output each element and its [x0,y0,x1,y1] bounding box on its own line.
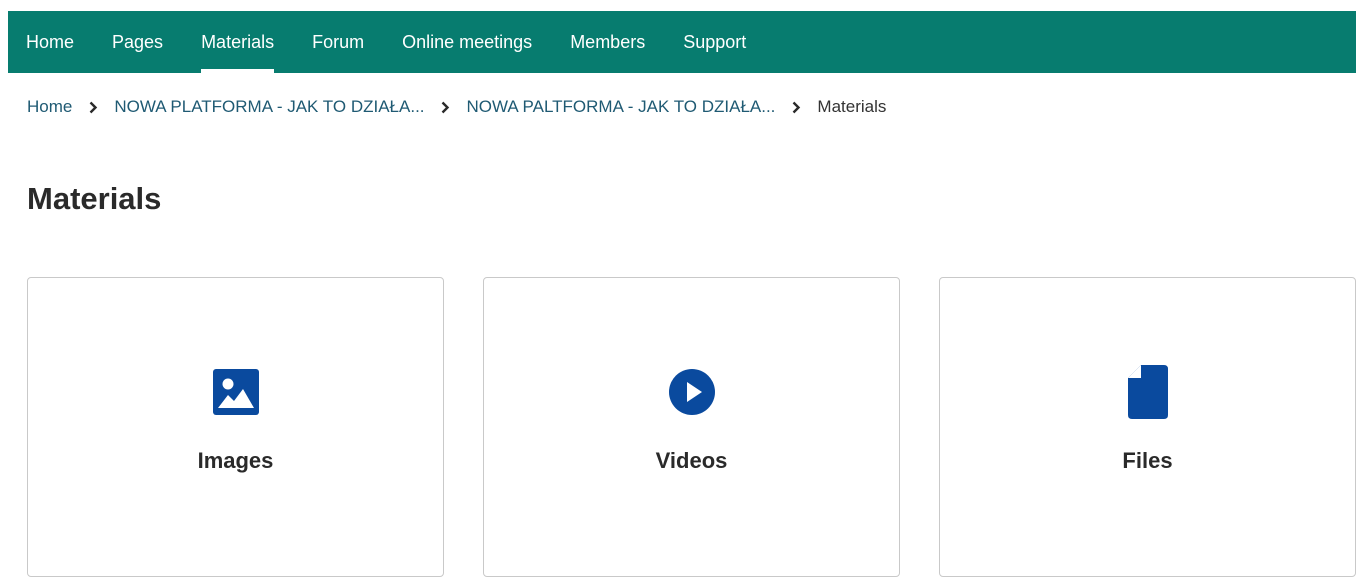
files-card[interactable]: Files [939,277,1356,577]
breadcrumb-home[interactable]: Home [27,97,72,117]
breadcrumb: Home NOWA PLATFORMA - JAK TO DZIAŁA... N… [27,96,886,118]
breadcrumb-current: Materials [817,97,887,116]
nav-item-pages[interactable]: Pages [112,11,163,73]
nav-item-forum[interactable]: Forum [312,11,364,73]
file-icon [1120,364,1176,420]
breadcrumb-nowa-platforma[interactable]: NOWA PLATFORMA - JAK TO DZIAŁA... [114,97,424,117]
top-navigation: Home Pages Materials Forum Online meetin… [8,11,1356,73]
nav-item-support[interactable]: Support [683,11,746,73]
image-icon [208,364,264,420]
materials-cards: Images Videos Files [27,277,1356,577]
chevron-right-icon [788,101,804,114]
breadcrumb-nowa-paltforma[interactable]: NOWA PALTFORMA - JAK TO DZIAŁA... [467,97,776,117]
nav-item-members[interactable]: Members [570,11,645,73]
images-card[interactable]: Images [27,277,444,577]
play-circle-icon [664,364,720,420]
nav-item-home[interactable]: Home [26,11,74,73]
chevron-right-icon [85,101,101,114]
images-card-label: Images [197,448,274,473]
videos-card-label: Videos [655,448,728,473]
files-card-label: Files [1122,448,1173,473]
nav-item-online-meetings[interactable]: Online meetings [402,11,532,73]
videos-card[interactable]: Videos [483,277,900,577]
chevron-right-icon [438,101,454,114]
page-title: Materials [27,181,162,216]
nav-item-materials[interactable]: Materials [201,11,275,73]
